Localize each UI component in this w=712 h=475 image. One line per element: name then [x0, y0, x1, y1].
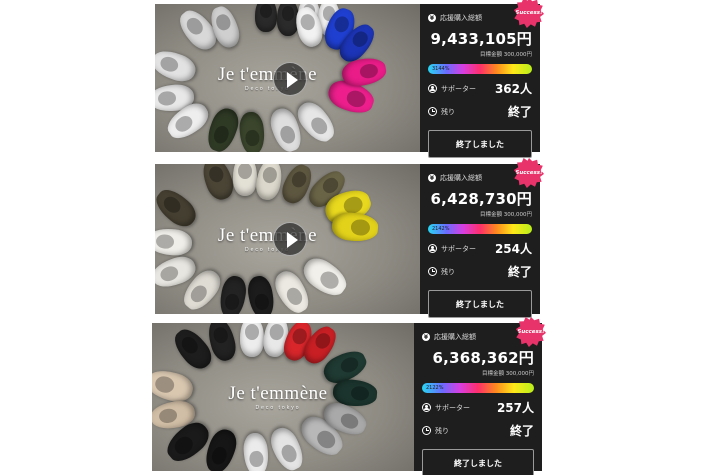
remaining-row: 残り 終了 [428, 263, 532, 280]
clock-icon [428, 267, 437, 276]
supporters-row: サポーター 362人 [428, 80, 532, 97]
funding-amount: 9,433,105円 [430, 30, 532, 48]
clock-icon [428, 107, 437, 116]
play-icon[interactable] [273, 222, 307, 256]
supporters-row: サポーター 254人 [428, 240, 532, 257]
remaining-label-wrap: 残り [428, 107, 455, 117]
goal-amount: 目標金額 300,000円 [482, 371, 534, 377]
progress-bar: 2122% [422, 383, 534, 393]
supporters-row: サポーター 257人 [422, 399, 534, 416]
funding-panel: Success! ¥ 応援購入総額 6,428,730円 目標金額 300,00… [420, 158, 544, 318]
remaining-value: 終了 [509, 424, 534, 438]
supporters-label: サポーター [441, 244, 476, 253]
goal-amount: 目標金額 300,000円 [480, 52, 532, 58]
supporters-label-wrap: サポーター [428, 244, 476, 254]
project-card-2: Je t'emmène Deco tokyo Success! ¥ 応援購入総額… [155, 158, 544, 318]
success-badge: Success! [516, 317, 546, 347]
supporters-count: 362人 [494, 82, 532, 96]
progress-bar: 2142% [428, 224, 532, 234]
funding-amount: 6,368,362円 [432, 349, 534, 367]
clock-icon [422, 426, 431, 435]
progress-bar: 3144% [428, 64, 532, 74]
project-video-thumbnail[interactable]: Je t'emmène Deco tokyo [152, 323, 414, 471]
yen-icon: ¥ [422, 333, 430, 341]
total-label: 応援購入総額 [440, 14, 482, 22]
project-card-3: Je t'emmène Deco tokyo Success! ¥ 応援購入総額… [152, 317, 546, 475]
person-icon [428, 244, 437, 253]
play-icon[interactable] [273, 62, 307, 96]
shoe-image [240, 323, 264, 357]
supporters-label-wrap: サポーター [428, 84, 476, 94]
supporters-label-wrap: サポーター [422, 403, 470, 413]
funding-panel: Success! ¥ 応援購入総額 6,368,362円 目標金額 300,00… [414, 317, 546, 475]
remaining-label: 残り [441, 267, 455, 276]
ended-button[interactable]: 終了しました [428, 290, 532, 318]
total-label: 応援購入総額 [434, 333, 476, 341]
ended-button[interactable]: 終了しました [428, 130, 532, 158]
progress-percent: 2142% [432, 226, 450, 232]
shoe-image [255, 4, 277, 32]
remaining-row: 残り 終了 [428, 103, 532, 120]
funding-amount: 6,428,730円 [430, 190, 532, 208]
progress-percent: 3144% [432, 66, 450, 72]
remaining-value: 終了 [507, 105, 532, 119]
success-badge: Success! [514, 158, 544, 188]
project-video-thumbnail[interactable]: Je t'emmène Deco tokyo [155, 164, 420, 314]
remaining-label: 残り [435, 426, 449, 435]
supporters-count: 254人 [494, 242, 532, 256]
funding-panel: Success! ¥ 応援購入総額 9,433,105円 目標金額 300,00… [420, 0, 544, 158]
ended-button[interactable]: 終了しました [422, 449, 534, 475]
yen-icon: ¥ [428, 14, 436, 22]
person-icon [428, 84, 437, 93]
supporters-label: サポーター [435, 403, 470, 412]
success-badge: Success! [514, 0, 544, 28]
project-video-thumbnail[interactable]: Je t'emmène Deco tokyo [155, 4, 420, 152]
supporters-count: 257人 [496, 401, 534, 415]
remaining-label-wrap: 残り [422, 426, 449, 436]
remaining-label-wrap: 残り [428, 267, 455, 277]
project-card-1: Je t'emmène Deco tokyo Success! ¥ 応援購入総額… [155, 0, 544, 158]
shoe-image [233, 164, 257, 196]
remaining-row: 残り 終了 [422, 422, 534, 439]
remaining-label: 残り [441, 107, 455, 116]
total-label: 応援購入総額 [440, 174, 482, 182]
supporters-label: サポーター [441, 84, 476, 93]
yen-icon: ¥ [428, 174, 436, 182]
remaining-value: 終了 [507, 265, 532, 279]
progress-percent: 2122% [426, 385, 444, 391]
goal-amount: 目標金額 300,000円 [480, 212, 532, 218]
person-icon [422, 403, 431, 412]
